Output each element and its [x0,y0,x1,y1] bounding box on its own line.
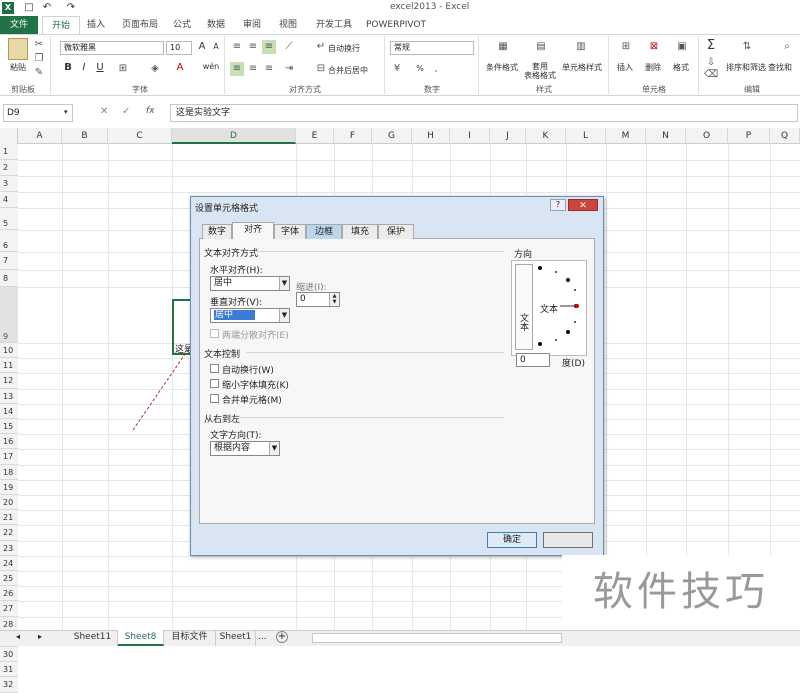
text-direction-label: 文字方向(T): [210,431,262,441]
dialog-tab-alignment[interactable]: 对齐 [232,222,274,239]
justify-distributed-label: 两端分散对齐(E) [222,331,289,341]
chevron-down-icon: ▼ [279,309,289,322]
vertical-align-value: 居中 [214,310,256,320]
next-sheet-icon[interactable]: ▸ [38,632,42,641]
wrap-text-checkbox[interactable] [210,364,219,373]
dialog-tab-protection[interactable]: 保护 [378,224,414,239]
row-header-32[interactable]: 32 [0,677,18,693]
prev-sheet-icon[interactable]: ◂ [16,632,20,641]
sheet-tab-sheet11[interactable]: Sheet11 [68,630,118,646]
sheet-tab-target[interactable]: 目标文件 [164,630,216,646]
dialog-tab-number[interactable]: 数字 [202,224,232,239]
section-divider [246,352,504,353]
degrees-value: 0 [520,355,526,365]
section-rtl: 从右到左 [204,415,241,425]
vertical-align-select[interactable]: 居中 ▼ [210,308,290,323]
watermark: 软件技巧 [562,555,800,630]
horizontal-align-label: 水平对齐(H): [210,266,263,276]
row-header-30[interactable]: 30 [0,647,18,663]
indent-spinner[interactable]: 0 ▲ ▼ [296,292,340,307]
chevron-down-icon: ▼ [269,442,279,455]
horizontal-align-value: 居中 [214,278,233,288]
degrees-spinner[interactable]: 0 [516,353,550,367]
merge-cells-label: 合并单元格(M) [222,396,282,406]
merge-cells-checkbox[interactable] [210,394,219,403]
vertical-text-button[interactable]: 文本 [515,264,533,350]
orientation-text-label: 文本 [540,305,559,315]
horizontal-scrollbar[interactable] [312,633,562,643]
more-sheets-button[interactable]: ... [258,632,267,642]
close-icon[interactable]: ✕ [568,199,598,211]
shrink-fit-checkbox[interactable] [210,379,219,388]
ok-button[interactable]: 确定 [487,532,537,548]
help-button[interactable]: ? [550,199,566,211]
spinner-icon: ▲ ▼ [329,293,339,306]
dialog-tab-font[interactable]: 字体 [274,224,306,239]
dialog-title: 设置单元格格式 [195,204,259,214]
dialog-tab-fill[interactable]: 填充 [342,224,378,239]
section-text-control: 文本控制 [204,350,241,360]
sheet-tab-sheet1[interactable]: Sheet1 [216,630,256,646]
section-orientation: 方向 [514,250,533,260]
text-direction-value: 根据内容 [214,443,251,453]
indent-value: 0 [300,294,306,304]
row-header-31[interactable]: 31 [0,662,18,678]
horizontal-align-select[interactable]: 居中 ▼ [210,276,290,291]
dialog-tab-border[interactable]: 边框 [306,224,342,239]
add-sheet-button[interactable]: + [276,631,288,643]
section-divider [256,251,504,252]
justify-distributed-checkbox[interactable] [210,329,219,338]
shrink-fit-label: 缩小字体填充(K) [222,381,289,391]
wrap-text-label: 自动换行(W) [222,366,274,376]
degrees-label: 度(D) [562,359,585,369]
cancel-button[interactable] [543,532,593,548]
section-text-alignment: 文本对齐方式 [204,249,259,259]
sheet-tab-sheet8[interactable]: Sheet8 [118,630,164,646]
chevron-down-icon: ▼ [279,277,289,290]
section-divider [240,417,504,418]
text-direction-select[interactable]: 根据内容 ▼ [210,441,280,456]
vertical-align-label: 垂直对齐(V): [210,298,263,308]
